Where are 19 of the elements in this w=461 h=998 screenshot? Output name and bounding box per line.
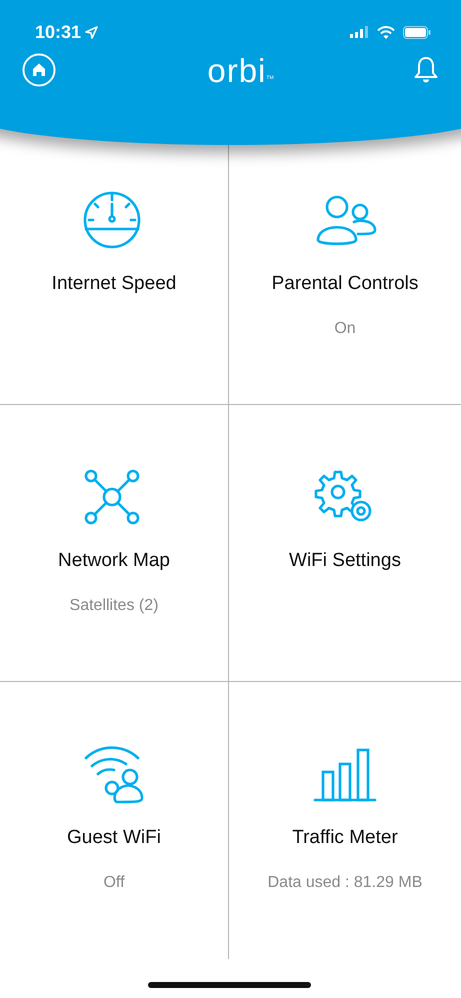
tile-title: Parental Controls — [272, 272, 418, 296]
wifi-people-icon — [82, 744, 146, 804]
notification-bell-icon[interactable] — [412, 56, 439, 84]
tile-title: Internet Speed — [52, 272, 176, 296]
battery-icon — [403, 26, 431, 38]
tile-title: Network Map — [58, 549, 170, 573]
wifi-icon — [377, 26, 395, 38]
signal-icon — [350, 26, 369, 38]
home-button[interactable] — [22, 53, 56, 87]
tile-title: Traffic Meter — [292, 826, 398, 850]
tile-status: Data used : 81.29 MB — [268, 872, 422, 892]
logo: orbi — [207, 54, 266, 86]
tile-status: On — [334, 318, 356, 338]
tile-title: WiFi Settings — [289, 549, 401, 573]
status-time: 10:31 — [35, 20, 82, 44]
tile-title: Guest WiFi — [67, 826, 161, 850]
location-arrow-icon — [85, 26, 98, 38]
tile-status: Off — [103, 872, 125, 892]
tile-status: Satellites (2) — [70, 596, 158, 616]
